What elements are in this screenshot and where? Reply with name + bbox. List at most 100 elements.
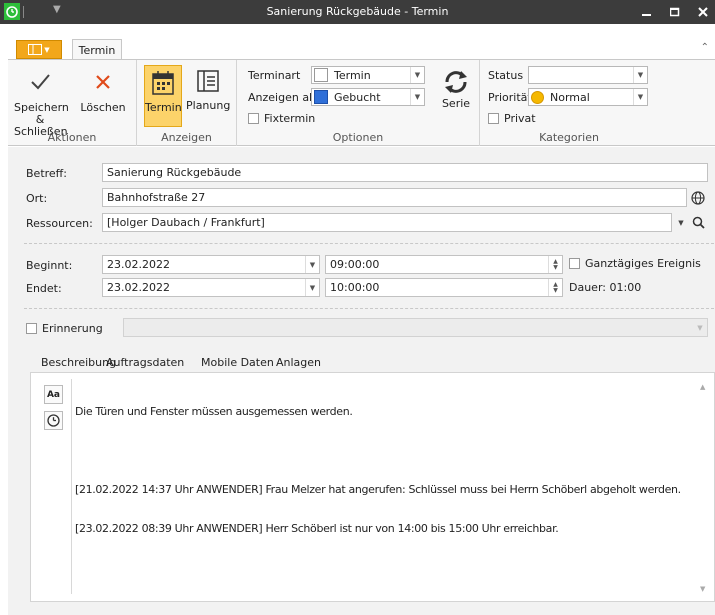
layout-icon [28, 44, 43, 55]
erinnerung-check-box [26, 323, 37, 334]
scroll-down-icon[interactable]: ▼ [700, 585, 705, 593]
terminart-label: Terminart [248, 69, 301, 82]
ganztaegig-check-box [569, 258, 580, 269]
prioritaet-select[interactable]: Normal ▼ [528, 88, 648, 106]
endet-time-input[interactable]: 10:00:00 ▲ ▼ [325, 278, 563, 297]
priority-normal-icon [531, 90, 544, 104]
status-label: Status [488, 69, 524, 82]
calendar-icon [152, 71, 174, 95]
group-aktionen: Speichern & Schließen Löschen Aktionen [8, 60, 137, 146]
terminart-select[interactable]: Termin ▼ [311, 66, 425, 84]
dauer-display: Dauer: 01:00 [569, 281, 641, 294]
beginnt-date-value: 23.02.2022 [107, 258, 170, 271]
window-left-border [0, 24, 8, 615]
divider [24, 243, 714, 244]
anzeigen-als-value: Gebucht [334, 90, 381, 104]
privat-checkbox[interactable]: Privat [488, 112, 536, 125]
description-scrollbar[interactable]: ▲ ▼ [698, 383, 710, 593]
chevron-down-icon: ▼ [410, 89, 424, 105]
ort-input[interactable]: Bahnhofstraße 27 [102, 188, 687, 207]
maximize-button[interactable] [662, 0, 688, 24]
group-optionen: Terminart Termin ▼ Anzeigen als Gebucht … [237, 60, 480, 146]
chevron-down-icon: ▼ [633, 67, 647, 83]
termin-view-label: Termin [145, 101, 182, 114]
search-icon[interactable] [689, 213, 708, 232]
anzeigen-als-select[interactable]: Gebucht ▼ [311, 88, 425, 106]
group-label-optionen: Optionen [332, 131, 384, 144]
erinnerung-select[interactable]: ▼ [123, 318, 708, 337]
fixtermin-label: Fixtermin [264, 112, 316, 125]
betreff-input[interactable]: Sanierung Rückgebäude [102, 163, 708, 182]
tab-termin[interactable]: Termin [72, 39, 122, 60]
tab-anlagen[interactable]: Anlagen [276, 356, 321, 369]
window-title: Sanierung Rückgebäude - Termin [266, 5, 449, 18]
dauer-label: Dauer: [569, 281, 606, 294]
ganztaegig-checkbox[interactable]: Ganztägiges Ereignis [569, 257, 701, 270]
serie-button[interactable]: Serie [437, 68, 475, 110]
endet-date-value: 23.02.2022 [107, 281, 170, 294]
view-termin-button[interactable]: Termin [144, 65, 182, 127]
chevron-down-icon[interactable]: ▼ [305, 256, 319, 273]
refresh-icon [445, 71, 467, 93]
group-label-anzeigen: Anzeigen [161, 131, 212, 144]
terminart-value: Termin [334, 68, 371, 82]
time-spinner[interactable]: ▲ ▼ [548, 279, 562, 296]
ribbon: Speichern & Schließen Löschen Aktionen T… [8, 59, 715, 146]
status-select[interactable]: ▼ [528, 66, 648, 84]
betreff-label: Betreff: [26, 167, 67, 180]
tab-auftragsdaten[interactable]: Auftragsdaten [106, 356, 184, 369]
view-planung-button[interactable]: Planung [186, 69, 230, 112]
beginnt-time-input[interactable]: 09:00:00 ▲ ▼ [325, 255, 563, 274]
chevron-down-icon: ▼ [697, 323, 703, 332]
chevron-down-icon[interactable]: ▼ [305, 279, 319, 296]
gebucht-swatch [314, 90, 328, 104]
file-menu-button[interactable]: ▼ [16, 40, 62, 59]
clock-icon[interactable] [44, 411, 63, 430]
beginnt-date-input[interactable]: 23.02.2022 ▼ [102, 255, 320, 274]
beginnt-label: Beginnt: [26, 259, 73, 272]
ressourcen-dropdown-icon[interactable]: ▼ [674, 214, 688, 231]
erinnerung-label: Erinnerung [42, 322, 103, 335]
anzeigen-als-label: Anzeigen als [248, 91, 318, 104]
endet-date-input[interactable]: 23.02.2022 ▼ [102, 278, 320, 297]
endet-label: Endet: [26, 282, 62, 295]
font-format-button[interactable]: Aa [44, 385, 63, 404]
x-icon [96, 75, 110, 89]
planung-label: Planung [186, 99, 231, 112]
save-close-button[interactable]: Speichern & Schließen [14, 70, 69, 138]
fixtermin-check-box [248, 113, 259, 124]
privat-check-box [488, 113, 499, 124]
group-anzeigen: Termin Planung Anzeigen [137, 60, 237, 146]
description-line [75, 444, 681, 457]
ressourcen-label: Ressourcen: [26, 217, 93, 230]
globe-icon[interactable] [688, 188, 708, 207]
tab-mobile-daten[interactable]: Mobile Daten [201, 356, 274, 369]
chevron-down-icon: ▼ [633, 89, 647, 105]
group-label-aktionen: Aktionen [47, 131, 97, 144]
collapse-ribbon-icon[interactable]: ⌃ [701, 42, 709, 53]
ressourcen-input[interactable]: [Holger Daubach / Frankfurt] [102, 213, 672, 232]
ort-label: Ort: [26, 192, 48, 205]
description-line: [21.02.2022 14:37 Uhr ANWENDER] Frau Mel… [75, 483, 681, 496]
description-textarea[interactable]: Die Türen und Fenster müssen ausgemessen… [71, 379, 681, 594]
group-label-kategorien: Kategorien [539, 131, 599, 144]
scroll-up-icon[interactable]: ▲ [700, 383, 705, 391]
close-button[interactable] [690, 0, 715, 24]
terminart-swatch [314, 68, 328, 82]
appointment-form: Betreff: Sanierung Rückgebäude Ort: Bahn… [8, 147, 715, 615]
erinnerung-checkbox[interactable]: Erinnerung [26, 322, 103, 335]
minimize-button[interactable] [634, 0, 660, 24]
beginnt-time-value: 09:00:00 [330, 258, 380, 271]
checkmark-icon [31, 74, 50, 90]
time-spinner[interactable]: ▲ ▼ [548, 256, 562, 273]
serie-label: Serie [441, 97, 471, 110]
group-kategorien: Status ▼ Priorität Normal ▼ Privat Kateg… [480, 60, 658, 146]
description-line: Die Türen und Fenster müssen ausgemessen… [75, 405, 353, 418]
dauer-value: 01:00 [609, 281, 642, 294]
divider [24, 308, 714, 309]
fixtermin-checkbox[interactable]: Fixtermin [248, 112, 315, 125]
tab-beschreibung[interactable]: Beschreibung [41, 356, 116, 369]
prioritaet-label: Priorität [488, 91, 532, 104]
delete-label: Löschen [80, 101, 126, 114]
delete-button[interactable]: Löschen [78, 70, 128, 114]
